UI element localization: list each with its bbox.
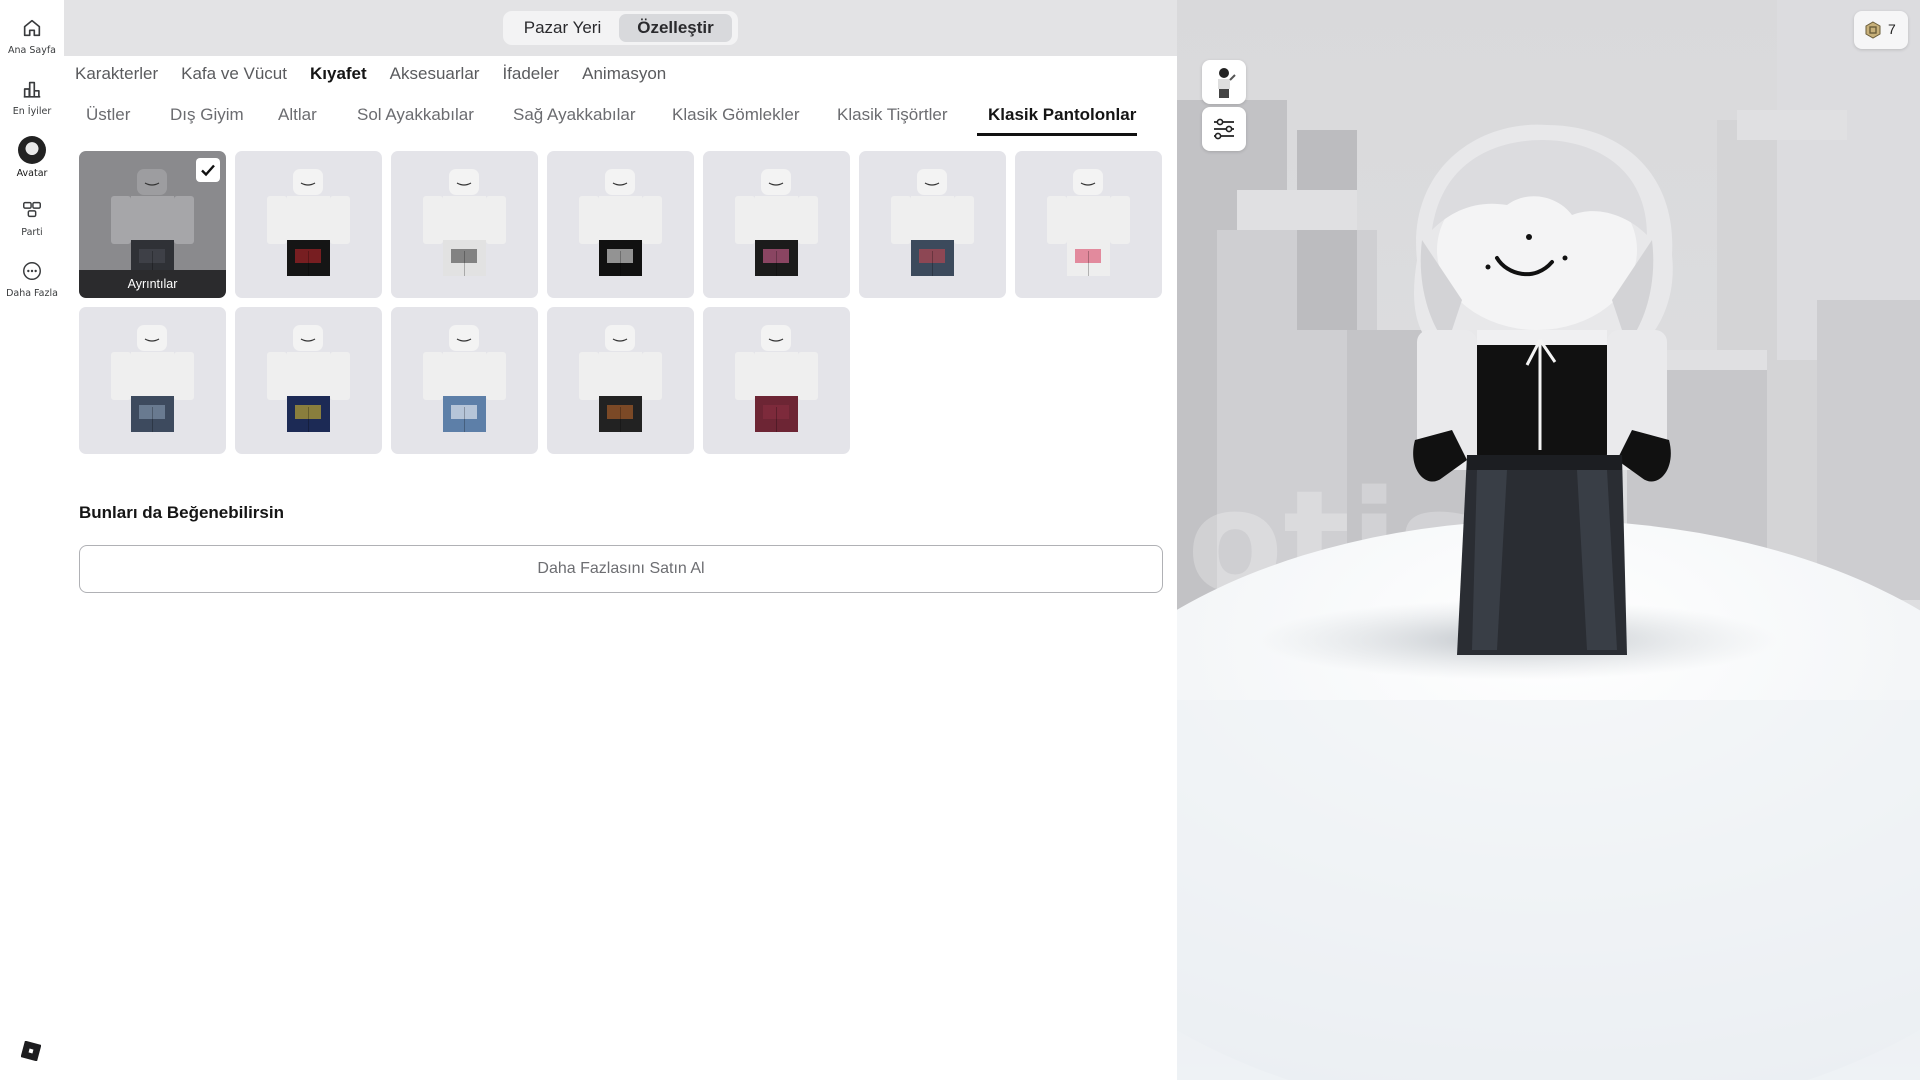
section-title: Bunları da Beğenebilirsin (79, 503, 284, 522)
sidebar-item-label: Parti (21, 227, 43, 238)
sidebar-item-more[interactable]: Daha Fazla (0, 260, 64, 299)
item-thumbnail (111, 325, 194, 432)
item-tile[interactable] (703, 151, 850, 298)
item-tile[interactable] (235, 151, 382, 298)
item-tile[interactable] (391, 307, 538, 454)
item-tile[interactable] (1015, 151, 1162, 298)
item-tile[interactable] (703, 307, 850, 454)
item-tile[interactable] (547, 307, 694, 454)
chart-icon (23, 81, 41, 98)
item-tile[interactable] (391, 151, 538, 298)
details-button[interactable]: Ayrıntılar (79, 270, 226, 298)
tab-head-body[interactable]: Kafa ve Vücut (181, 64, 287, 88)
robux-amount: 7 (1888, 21, 1896, 37)
item-thumbnail (267, 325, 350, 432)
item-tile[interactable]: Ayrıntılar (79, 151, 226, 298)
tab-classic-pants[interactable]: Klasik Pantolonlar (988, 105, 1136, 125)
sidebar-item-label: Avatar (16, 168, 48, 179)
robux-icon (1865, 21, 1881, 39)
category-tabs: Karakterler Kafa ve Vücut Kıyafet Aksesu… (75, 64, 666, 88)
active-tab-underline (977, 133, 1137, 136)
sidebar: Ana Sayfa En İyiler Avatar Parti Daha Fa… (0, 0, 64, 1080)
sidebar-item-charts[interactable]: En İyiler (0, 78, 64, 117)
tab-right-shoes[interactable]: Sağ Ayakkabılar (513, 105, 636, 125)
pose-button[interactable] (1202, 60, 1246, 104)
avatar-icon (18, 136, 46, 164)
item-thumbnail (423, 169, 506, 276)
customize-tab[interactable]: Özelleştir (619, 14, 732, 42)
mode-switch: Pazar Yeri Özelleştir (503, 11, 738, 45)
tab-tops[interactable]: Üstler (86, 105, 130, 125)
tab-classic-tshirts[interactable]: Klasik Tişörtler (837, 105, 948, 125)
party-icon (23, 201, 41, 218)
tab-animation[interactable]: Animasyon (582, 64, 666, 88)
sidebar-item-party[interactable]: Parti (0, 199, 64, 238)
item-thumbnail (267, 169, 350, 276)
roblox-logo-icon[interactable] (21, 1041, 41, 1061)
buy-more-button[interactable]: Daha Fazlasını Satın Al (79, 545, 1163, 593)
tab-bottoms[interactable]: Altlar (278, 105, 317, 125)
sidebar-item-label: Daha Fazla (6, 288, 58, 299)
tab-left-shoes[interactable]: Sol Ayakkabılar (357, 105, 474, 125)
sidebar-item-avatar[interactable]: Avatar (0, 136, 64, 179)
item-thumbnail (579, 325, 662, 432)
tab-emotes[interactable]: İfadeler (502, 64, 559, 88)
tab-classic-shirts[interactable]: Klasik Gömlekler (672, 105, 800, 125)
item-tile[interactable] (235, 307, 382, 454)
marketplace-tab[interactable]: Pazar Yeri (506, 14, 619, 42)
scene-backdrop: otis (1177, 0, 1920, 1080)
item-tile[interactable] (79, 307, 226, 454)
item-thumbnail (735, 325, 818, 432)
sidebar-item-home[interactable]: Ana Sayfa (0, 17, 64, 56)
item-thumbnail (579, 169, 662, 276)
sliders-icon (1214, 118, 1234, 140)
pose-icon (1218, 68, 1236, 98)
sidebar-item-label: Ana Sayfa (7, 45, 56, 56)
tab-outerwear[interactable]: Dış Giyim (170, 105, 244, 125)
item-tile[interactable] (547, 151, 694, 298)
item-thumbnail (891, 169, 974, 276)
more-icon (23, 262, 41, 280)
sidebar-item-label: En İyiler (12, 106, 52, 117)
item-tile[interactable] (859, 151, 1006, 298)
settings-button[interactable] (1202, 107, 1246, 151)
item-thumbnail (735, 169, 818, 276)
item-thumbnail (423, 325, 506, 432)
tab-clothing[interactable]: Kıyafet (310, 64, 367, 88)
robux-balance[interactable]: 7 (1854, 11, 1908, 49)
item-thumbnail (1047, 169, 1130, 276)
avatar-preview-scene[interactable]: otis (1177, 0, 1920, 1080)
tab-accessories[interactable]: Aksesuarlar (390, 64, 480, 88)
checkmark-icon (196, 158, 220, 182)
tab-characters[interactable]: Karakterler (75, 64, 158, 88)
subcategory-tabs: Üstler Dış Giyim Altlar Sol Ayakkabılar … (64, 97, 1177, 137)
home-icon (23, 19, 41, 37)
